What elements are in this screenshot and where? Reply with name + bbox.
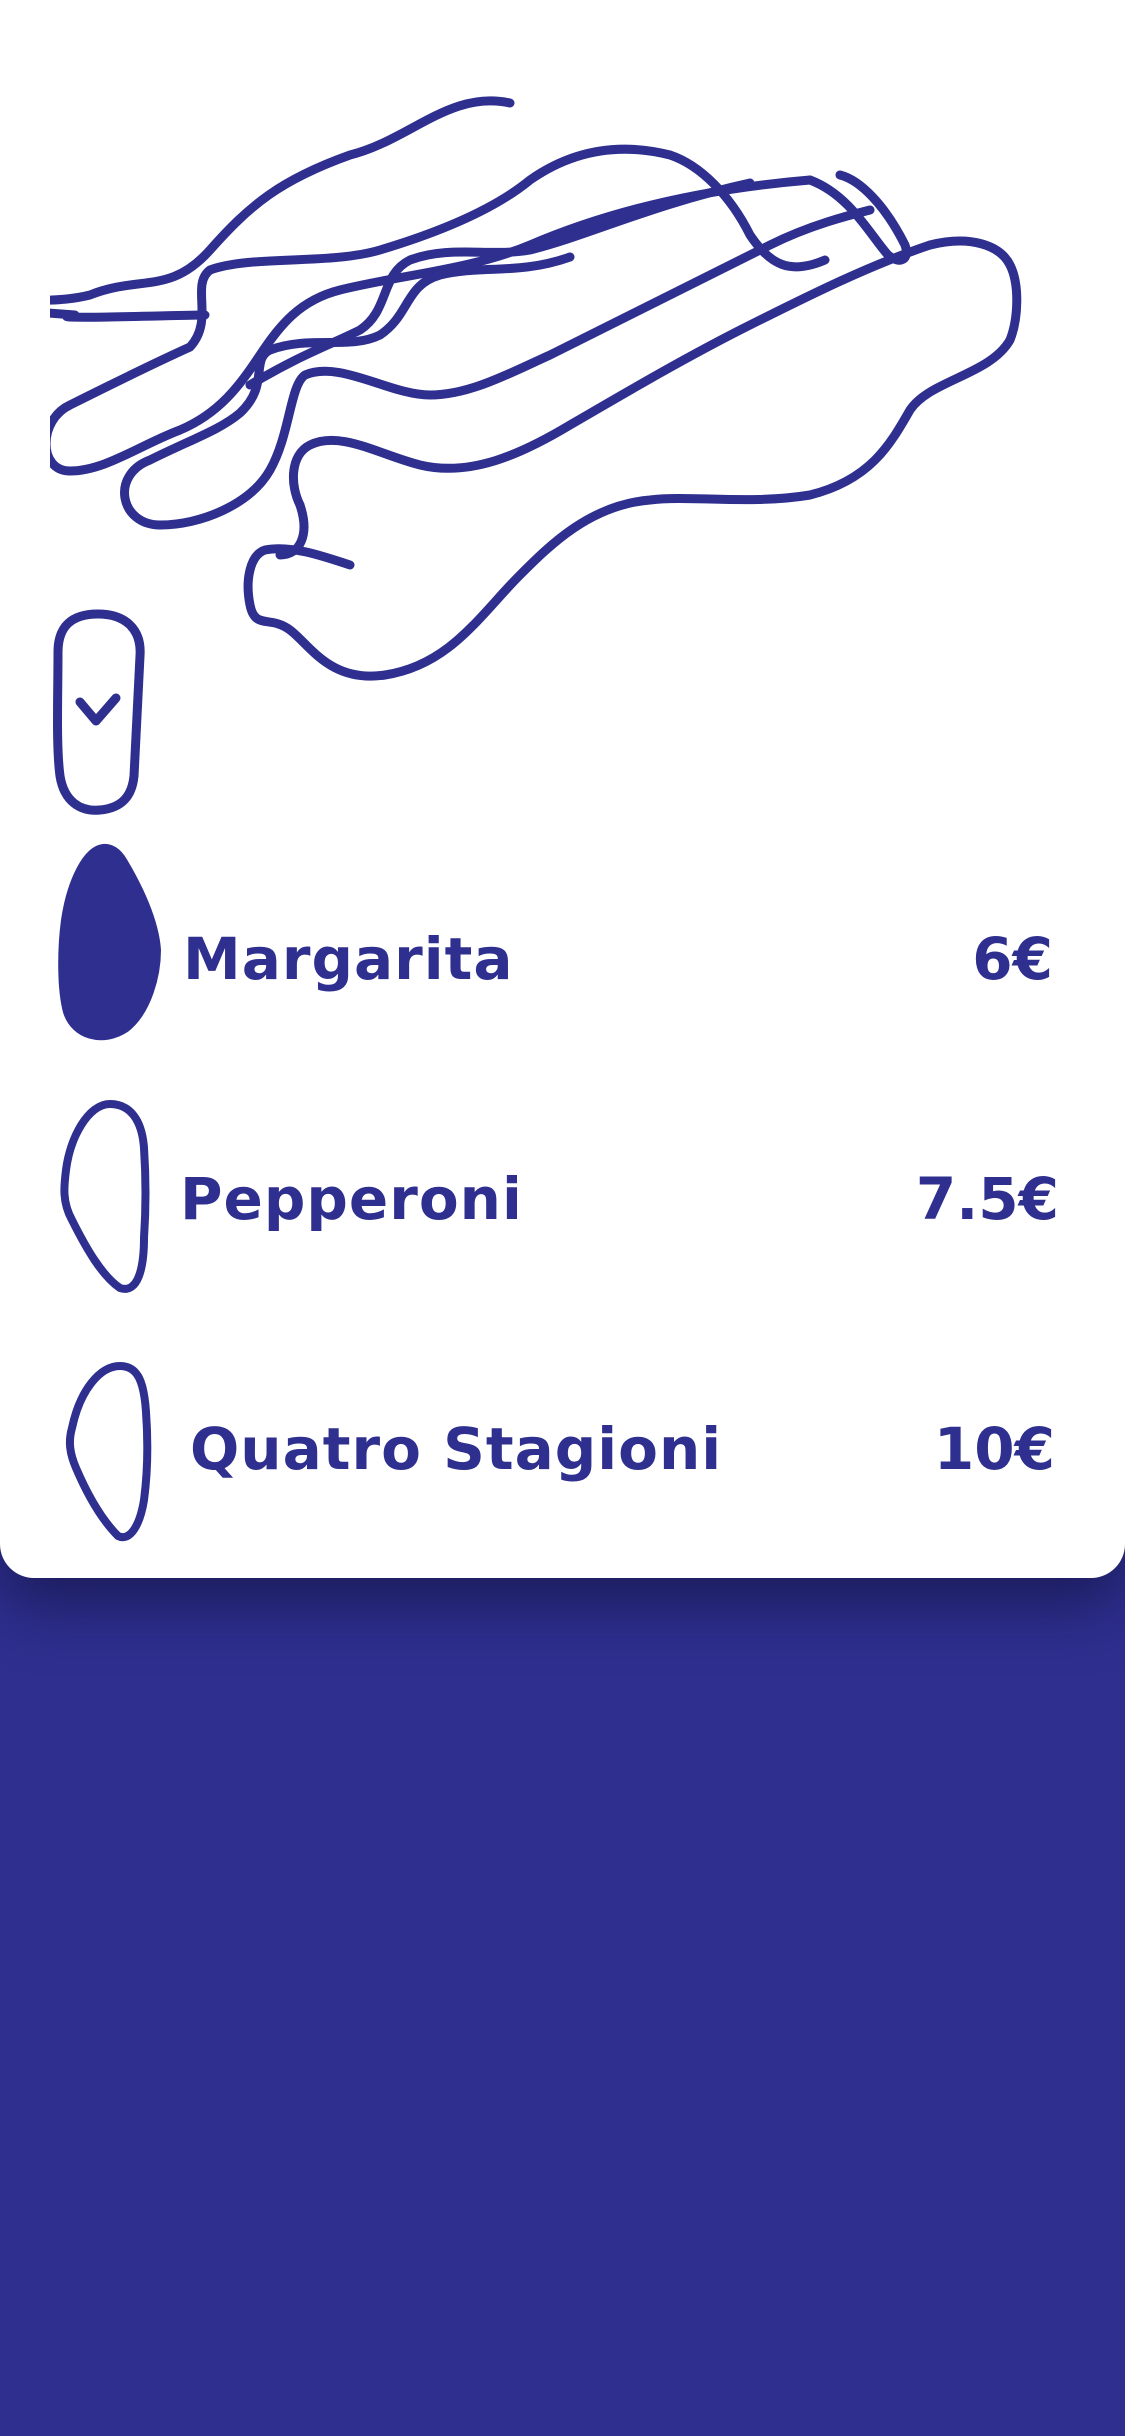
item-name: Quatro Stagioni	[190, 1415, 723, 1483]
radio-selected-icon	[58, 843, 162, 1041]
item-price: 6€	[972, 925, 1053, 993]
radio-unselected-icon	[60, 1100, 150, 1293]
menu-card: Margarita 6€ Pepperoni 7.5€ Quatro Stagi…	[0, 0, 1125, 1578]
checkbox-toggle[interactable]	[52, 606, 148, 816]
item-name: Pepperoni	[180, 1165, 523, 1233]
menu-item-pepperoni[interactable]: Pepperoni 7.5€	[0, 1098, 1125, 1298]
menu-item-margarita[interactable]: Margarita 6€	[0, 835, 1125, 1041]
radio-unselected-icon	[65, 1362, 152, 1542]
pizza-slice-illustration	[50, 96, 1022, 681]
checkmark-icon	[75, 693, 121, 726]
item-price: 7.5€	[915, 1165, 1059, 1233]
menu-item-quatro-stagioni[interactable]: Quatro Stagioni 10€	[0, 1360, 1125, 1560]
item-name: Margarita	[183, 925, 514, 993]
item-price: 10€	[933, 1415, 1055, 1483]
